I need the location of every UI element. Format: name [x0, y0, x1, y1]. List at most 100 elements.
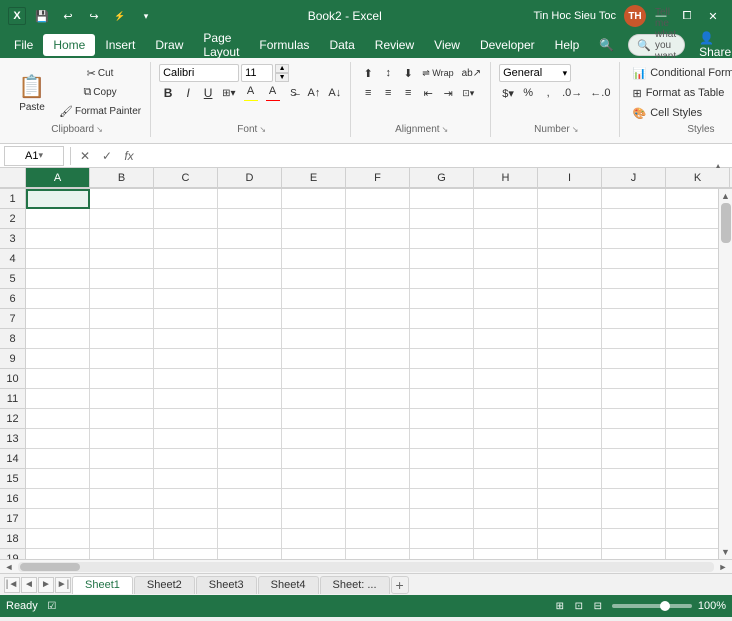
orientation-button[interactable]: ab↗	[459, 64, 485, 82]
cell-H8[interactable]	[474, 329, 538, 349]
cell-A18[interactable]	[26, 529, 90, 549]
cell-J16[interactable]	[602, 489, 666, 509]
cell-B19[interactable]	[90, 549, 154, 559]
menu-developer[interactable]: Developer	[470, 34, 545, 56]
cell-I4[interactable]	[538, 249, 602, 269]
cell-E13[interactable]	[282, 429, 346, 449]
cell-H19[interactable]	[474, 549, 538, 559]
cell-J14[interactable]	[602, 449, 666, 469]
cancel-formula-icon[interactable]: ✕	[77, 148, 93, 164]
cell-K14[interactable]	[666, 449, 718, 469]
cell-G8[interactable]	[410, 329, 474, 349]
cell-C17[interactable]	[154, 509, 218, 529]
cell-K4[interactable]	[666, 249, 718, 269]
cell-C12[interactable]	[154, 409, 218, 429]
cell-A17[interactable]	[26, 509, 90, 529]
cell-K6[interactable]	[666, 289, 718, 309]
cell-H1[interactable]	[474, 189, 538, 209]
search-icon[interactable]: 🔍	[589, 34, 624, 56]
cell-G7[interactable]	[410, 309, 474, 329]
cell-A13[interactable]	[26, 429, 90, 449]
font-dialog-arrow[interactable]: ↘	[259, 125, 266, 134]
number-format-box[interactable]: General ▾	[499, 64, 571, 82]
status-accessibility-icon[interactable]: ☑	[44, 598, 60, 614]
cell-D2[interactable]	[218, 209, 282, 229]
col-header-C[interactable]: C	[154, 168, 218, 188]
cell-D15[interactable]	[218, 469, 282, 489]
menu-data[interactable]: Data	[319, 34, 364, 56]
currency-button[interactable]: $▾	[499, 84, 517, 102]
cell-D13[interactable]	[218, 429, 282, 449]
cell-H11[interactable]	[474, 389, 538, 409]
cell-E12[interactable]	[282, 409, 346, 429]
cell-C5[interactable]	[154, 269, 218, 289]
menu-insert[interactable]: Insert	[95, 34, 145, 56]
cell-B4[interactable]	[90, 249, 154, 269]
font-size-decrease[interactable]: ▼	[275, 73, 289, 82]
cell-F4[interactable]	[346, 249, 410, 269]
sheet-tab-more[interactable]: Sheet: ...	[320, 576, 390, 594]
increase-font-button[interactable]: A↑	[305, 84, 324, 102]
cell-I5[interactable]	[538, 269, 602, 289]
cell-B18[interactable]	[90, 529, 154, 549]
cell-H7[interactable]	[474, 309, 538, 329]
cell-A19[interactable]	[26, 549, 90, 559]
bold-button[interactable]: B	[159, 84, 177, 102]
row-num-2[interactable]: 2	[0, 209, 25, 229]
cell-G19[interactable]	[410, 549, 474, 559]
cell-I13[interactable]	[538, 429, 602, 449]
fill-color-button[interactable]: A	[241, 84, 261, 102]
decrease-font-button[interactable]: A↓	[325, 84, 344, 102]
cell-K1[interactable]	[666, 189, 718, 209]
normal-view-button[interactable]: ⊞	[552, 598, 568, 614]
cell-G9[interactable]	[410, 349, 474, 369]
cell-C11[interactable]	[154, 389, 218, 409]
col-header-H[interactable]: H	[474, 168, 538, 188]
cell-J1[interactable]	[602, 189, 666, 209]
menu-review[interactable]: Review	[365, 34, 424, 56]
cell-H2[interactable]	[474, 209, 538, 229]
align-left-button[interactable]: ≡	[359, 84, 377, 102]
cell-H5[interactable]	[474, 269, 538, 289]
cell-C16[interactable]	[154, 489, 218, 509]
cell-D16[interactable]	[218, 489, 282, 509]
cell-E10[interactable]	[282, 369, 346, 389]
row-num-3[interactable]: 3	[0, 229, 25, 249]
cell-A7[interactable]	[26, 309, 90, 329]
cell-C18[interactable]	[154, 529, 218, 549]
cell-H16[interactable]	[474, 489, 538, 509]
font-size-increase[interactable]: ▲	[275, 64, 289, 73]
cell-F14[interactable]	[346, 449, 410, 469]
cell-F6[interactable]	[346, 289, 410, 309]
cell-D7[interactable]	[218, 309, 282, 329]
col-header-J[interactable]: J	[602, 168, 666, 188]
strikethrough-button[interactable]: S̶	[285, 84, 303, 102]
cell-J6[interactable]	[602, 289, 666, 309]
menu-file[interactable]: File	[4, 34, 43, 56]
cell-G15[interactable]	[410, 469, 474, 489]
sheet-tab-4[interactable]: Sheet4	[258, 576, 319, 594]
cell-K13[interactable]	[666, 429, 718, 449]
function-wizard-icon[interactable]: fx	[121, 148, 137, 164]
cell-C13[interactable]	[154, 429, 218, 449]
cell-I3[interactable]	[538, 229, 602, 249]
clipboard-arrow[interactable]: ↘	[96, 125, 103, 134]
scroll-track[interactable]	[719, 203, 732, 545]
cell-E7[interactable]	[282, 309, 346, 329]
cell-K5[interactable]	[666, 269, 718, 289]
cell-D6[interactable]	[218, 289, 282, 309]
row-num-13[interactable]: 13	[0, 429, 25, 449]
cell-F2[interactable]	[346, 209, 410, 229]
cell-E5[interactable]	[282, 269, 346, 289]
cell-C10[interactable]	[154, 369, 218, 389]
cell-E15[interactable]	[282, 469, 346, 489]
cell-H17[interactable]	[474, 509, 538, 529]
cell-J8[interactable]	[602, 329, 666, 349]
cell-A2[interactable]	[26, 209, 90, 229]
sheet-tab-3[interactable]: Sheet3	[196, 576, 257, 594]
format-painter-button[interactable]: 🖌 Format Painter	[56, 102, 144, 120]
cell-K18[interactable]	[666, 529, 718, 549]
cell-I17[interactable]	[538, 509, 602, 529]
cell-styles-button[interactable]: 🎨 Cell Styles ▾	[628, 104, 732, 122]
cell-H12[interactable]	[474, 409, 538, 429]
